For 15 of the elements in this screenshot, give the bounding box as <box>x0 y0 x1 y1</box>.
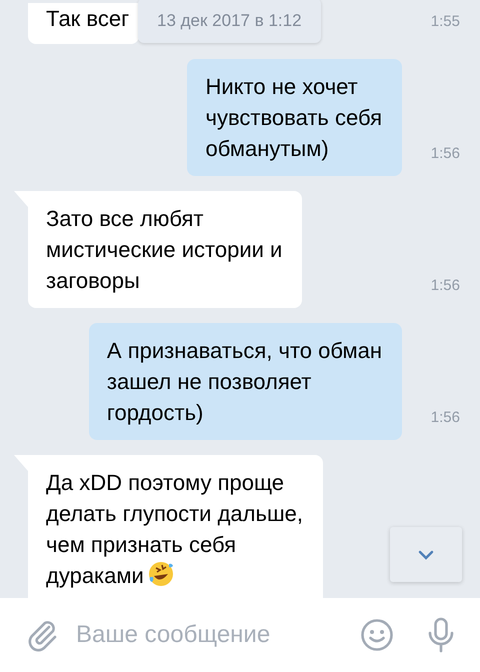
message-bubble: Да xDD поэтому проще делать глупости дальше, чем признать себя дураками <box>28 455 323 598</box>
microphone-icon[interactable] <box>426 617 456 653</box>
message-bubble: А признаваться, что обман зашел не позволяет гордость) <box>88 323 402 440</box>
message-time: 1:56 <box>430 277 460 296</box>
bubble-tail-icon <box>14 191 28 207</box>
chevron-down-icon <box>417 548 435 560</box>
message-time: 1:56 <box>430 409 460 428</box>
message-bubble: Зато все любят мистические истории и заговоры <box>28 191 302 308</box>
bubble-tail-icon <box>14 455 28 471</box>
message-time: 1:56 <box>430 145 460 164</box>
message-time: 1:55 <box>430 13 460 32</box>
message-bubble: Никто не хочет чувствовать себя обманутым) <box>187 59 402 176</box>
smiley-icon[interactable] <box>360 618 394 652</box>
date-pill: 13 дек 2017 в 1:12 <box>138 0 321 43</box>
message-bubble: Так всег <box>28 3 140 44</box>
